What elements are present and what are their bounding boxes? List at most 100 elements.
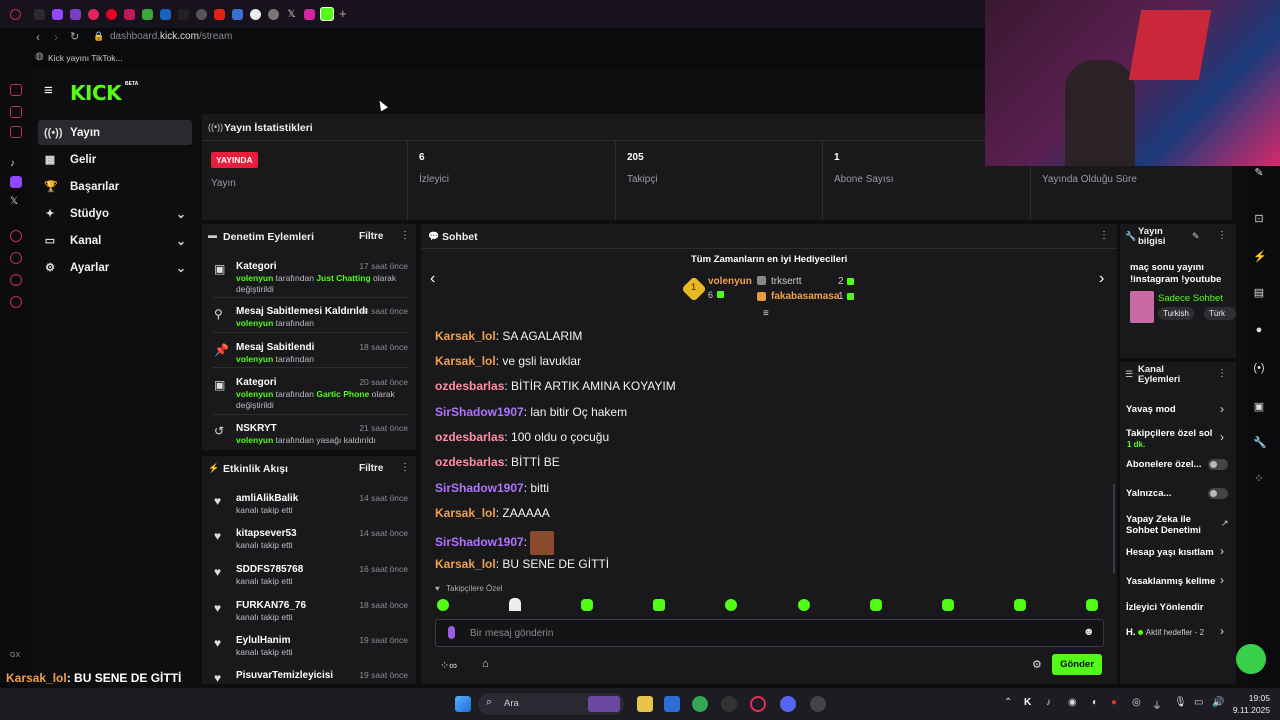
chat-username[interactable]: SirShadow1907	[435, 481, 524, 495]
emote-icon[interactable]	[870, 599, 882, 611]
opera-logo-icon[interactable]	[10, 9, 21, 20]
gifter-name[interactable]: trksertt	[771, 276, 802, 287]
external-link-icon[interactable]: ↗	[1221, 518, 1229, 529]
kick-logo[interactable]: KICK	[70, 81, 122, 105]
steam-icon[interactable]	[721, 696, 737, 712]
chat-settings-icon[interactable]: ⚙	[1032, 658, 1042, 671]
wrench-icon[interactable]: 🔧	[1253, 436, 1267, 449]
subs-only-toggle[interactable]	[1208, 459, 1228, 470]
tab-icon[interactable]	[142, 9, 153, 20]
steam-tray-icon[interactable]: ◉	[1068, 697, 1077, 708]
emote-icon[interactable]	[725, 599, 737, 611]
gifters-next-icon[interactable]: ›	[1099, 270, 1104, 288]
gifter-name[interactable]: volenyun	[708, 276, 752, 287]
tray-icon[interactable]: ◐	[1092, 697, 1098, 708]
new-tab-icon[interactable]: +	[339, 6, 350, 21]
tray-icon[interactable]: ♪	[1046, 697, 1051, 708]
chat-username[interactable]: ozdesbarlas	[435, 455, 504, 469]
activity-user[interactable]: PisuvarTemizleyicisi	[236, 670, 333, 681]
moderation-user[interactable]: volenyun	[236, 318, 273, 328]
tab-icon[interactable]	[196, 9, 207, 20]
tray-icon[interactable]: ◎	[1132, 697, 1141, 708]
rail-icon[interactable]	[10, 252, 22, 264]
more-options-icon[interactable]: ⋮	[1099, 230, 1109, 241]
chat-username[interactable]: Karsak_lol	[435, 329, 496, 343]
chat-username[interactable]: ozdesbarlas	[435, 430, 504, 444]
chat-username[interactable]: Karsak_lol	[435, 354, 496, 368]
rail-icon[interactable]	[10, 84, 22, 96]
clock-date[interactable]: 9.11.2025	[1228, 705, 1270, 715]
gx-icon[interactable]: GX	[10, 652, 20, 659]
instagram-icon[interactable]	[304, 9, 315, 20]
emote-icon[interactable]	[581, 599, 593, 611]
history-icon[interactable]	[10, 274, 22, 286]
chat-scrollbar[interactable]	[1113, 484, 1115, 574]
reload-icon[interactable]: ↻	[70, 30, 79, 43]
nav-item-basarilar[interactable]: 🏆 Başarılar	[38, 174, 192, 199]
record-icon[interactable]: ●	[1111, 697, 1117, 708]
chat-input[interactable]: Bir mesaj gönderin ☻	[435, 619, 1104, 647]
activity-user[interactable]: EylulHanim	[236, 635, 290, 646]
chevron-up-icon[interactable]: ⌃	[1004, 697, 1012, 708]
support-button[interactable]	[1236, 644, 1266, 674]
tab-icon[interactable]	[34, 9, 45, 20]
gifters-prev-icon[interactable]: ‹	[430, 270, 435, 288]
tab-icon[interactable]	[106, 9, 117, 20]
kick-tab-icon[interactable]	[320, 7, 334, 21]
category-link[interactable]: Sadece Sohbet	[1158, 293, 1234, 304]
channel-action-raid[interactable]: İzleyici Yönlendir	[1126, 602, 1236, 613]
tab-icon[interactable]	[268, 9, 279, 20]
youtube-icon[interactable]	[214, 9, 225, 20]
chevron-right-icon[interactable]: ›	[1220, 544, 1224, 558]
rail-icon[interactable]	[10, 126, 22, 138]
nav-item-kanal[interactable]: ▭ Kanal ⌄	[38, 228, 192, 253]
tab-icon[interactable]	[88, 9, 99, 20]
chat-username[interactable]: ozdesbarlas	[435, 379, 504, 393]
clock-time[interactable]: 19:05	[1232, 693, 1270, 703]
tiktok-rail-icon[interactable]: ♪	[10, 158, 22, 170]
back-icon[interactable]: ‹	[36, 30, 40, 44]
file-explorer-icon[interactable]	[637, 696, 653, 712]
chat-username[interactable]: Karsak_lol	[435, 506, 496, 520]
activity-filter-button[interactable]: Filtre	[359, 463, 383, 474]
moderation-user[interactable]: volenyun	[236, 354, 273, 364]
channel-action-account-age[interactable]: Hesap yaşı kısıtlam	[1126, 547, 1224, 558]
twitch-rail-icon[interactable]	[10, 176, 22, 188]
chevron-right-icon[interactable]: ›	[1220, 624, 1224, 638]
mic-icon[interactable]	[448, 626, 455, 639]
tag-chip[interactable]: Turkish	[1158, 307, 1194, 320]
nav-item-yayin[interactable]: ((•)) Yayın	[38, 120, 192, 145]
channel-action-goals[interactable]: H. Aktif hedefler - 2	[1126, 627, 1226, 638]
points-icon[interactable]: ⁘∞	[440, 659, 457, 672]
start-icon[interactable]	[455, 696, 471, 712]
bolt-icon[interactable]: ⚡	[1253, 250, 1267, 263]
only-toggle[interactable]	[1208, 488, 1228, 499]
discord-icon[interactable]	[780, 696, 796, 712]
tab-icon[interactable]	[52, 9, 63, 20]
mic-icon[interactable]: 🎙	[1174, 697, 1187, 708]
tiktok-icon[interactable]	[178, 9, 189, 20]
emote-icon[interactable]	[1014, 599, 1026, 611]
forward-icon[interactable]: ›	[54, 30, 58, 44]
emote-icon[interactable]	[437, 599, 449, 611]
channel-action-followers-only[interactable]: Takipçilere özel sol	[1126, 428, 1226, 439]
taskbar-search[interactable]: ⌕ Ara	[478, 693, 624, 715]
tag-chip[interactable]: Türk	[1204, 307, 1236, 320]
x-icon[interactable]: 𝕏	[286, 9, 297, 20]
rail-icon[interactable]	[10, 230, 22, 242]
chevron-right-icon[interactable]: ›	[1220, 430, 1224, 444]
nav-item-studyo[interactable]: ✦ Stüdyo ⌄	[38, 201, 192, 226]
emote-icon[interactable]	[509, 598, 521, 611]
channel-action-banned-words[interactable]: Yasaklanmış kelime	[1126, 576, 1224, 587]
send-button[interactable]: Gönder	[1052, 654, 1102, 675]
url-field[interactable]: dashboard.kick.com/stream	[110, 31, 232, 42]
emote-icon[interactable]	[942, 599, 954, 611]
rail-icon[interactable]	[10, 106, 22, 118]
volume-icon[interactable]: 🔊	[1212, 697, 1224, 708]
moderation-filter-button[interactable]: Filtre	[359, 231, 383, 242]
gifter-name[interactable]: fakabasamasa	[771, 291, 839, 302]
moderation-user[interactable]: volenyun	[236, 389, 273, 399]
usb-icon[interactable]: ⏚	[1152, 697, 1162, 712]
edit-icon[interactable]: ✎	[1192, 231, 1200, 242]
network-icon[interactable]: ▭	[1194, 697, 1203, 708]
